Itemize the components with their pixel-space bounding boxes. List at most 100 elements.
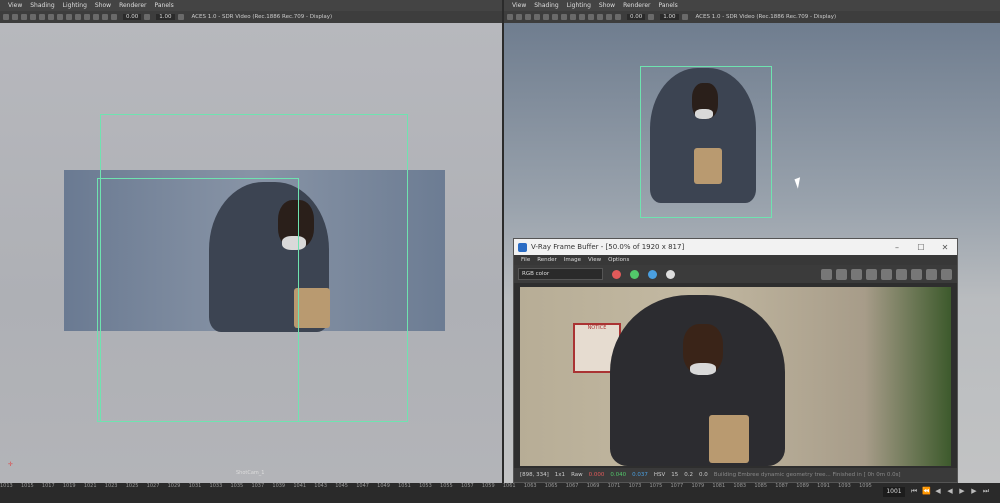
ao-icon[interactable] bbox=[588, 14, 594, 20]
camera-frustum-inner bbox=[97, 178, 299, 422]
isolate-icon[interactable] bbox=[570, 14, 576, 20]
viewport-scene[interactable]: ShotCam_1 ✛ bbox=[0, 23, 502, 483]
clear-icon[interactable] bbox=[881, 268, 892, 280]
timeline-tick: 1075 bbox=[649, 483, 663, 489]
menu-lighting[interactable]: Lighting bbox=[63, 2, 87, 9]
dof-icon[interactable] bbox=[102, 14, 108, 20]
channel-select[interactable]: RGB color bbox=[518, 268, 603, 280]
exposure-icon bbox=[111, 14, 117, 20]
dof-icon[interactable] bbox=[606, 14, 612, 20]
region-icon[interactable] bbox=[851, 268, 862, 280]
light-icon[interactable] bbox=[48, 14, 54, 20]
colorspace-label[interactable]: ACES 1.0 - SDR Video (Rec.1886 Rec.709 -… bbox=[192, 14, 333, 20]
menu-renderer[interactable]: Renderer bbox=[119, 2, 146, 9]
exposure-field[interactable]: 0.00 bbox=[627, 14, 646, 20]
aa-icon[interactable] bbox=[93, 14, 99, 20]
colorspace-label[interactable]: ACES 1.0 - SDR Video (Rec.1886 Rec.709 -… bbox=[696, 14, 837, 20]
timeline-tick: 1019 bbox=[62, 483, 76, 489]
render-image[interactable]: NOTICE bbox=[520, 287, 951, 466]
ipr-icon[interactable] bbox=[926, 268, 937, 280]
shaded-icon[interactable] bbox=[30, 14, 36, 20]
blue-channel-button[interactable] bbox=[648, 269, 657, 279]
menu-panels[interactable]: Panels bbox=[658, 2, 677, 9]
go-to-end-icon[interactable]: ⏭ bbox=[982, 487, 990, 496]
menu-view[interactable]: View bbox=[588, 257, 601, 263]
red-channel-button[interactable] bbox=[612, 269, 621, 279]
menu-panels[interactable]: Panels bbox=[154, 2, 173, 9]
shadow-icon[interactable] bbox=[561, 14, 567, 20]
menu-view[interactable]: View bbox=[512, 2, 526, 9]
timeline-tick: 1095 bbox=[859, 483, 872, 489]
track-mouse-icon[interactable] bbox=[896, 268, 907, 280]
step-forward-icon[interactable]: ▶ bbox=[970, 487, 978, 496]
shadow-icon[interactable] bbox=[57, 14, 63, 20]
camera-icon[interactable] bbox=[507, 14, 513, 20]
camera-frustum-box bbox=[640, 66, 772, 218]
grid-icon[interactable] bbox=[516, 14, 522, 20]
timeline-tick: 1015 bbox=[20, 483, 34, 489]
alpha-channel-button[interactable] bbox=[666, 269, 675, 279]
menu-options[interactable]: Options bbox=[608, 257, 629, 263]
maximize-icon[interactable]: ☐ bbox=[909, 243, 933, 252]
isolate-icon[interactable] bbox=[66, 14, 72, 20]
viewport-left[interactable]: View Shading Lighting Show Renderer Pane… bbox=[0, 0, 502, 483]
step-back-frame-icon[interactable]: ◀ bbox=[934, 487, 942, 496]
go-to-start-icon[interactable]: ⏮ bbox=[910, 487, 918, 496]
menu-shading[interactable]: Shading bbox=[30, 2, 54, 9]
menu-show[interactable]: Show bbox=[95, 2, 111, 9]
color-space-select[interactable]: HSV bbox=[654, 472, 665, 478]
grid-icon[interactable] bbox=[12, 14, 18, 20]
vray-logo-icon bbox=[518, 242, 527, 252]
xray-icon[interactable] bbox=[579, 14, 585, 20]
vray-frame-buffer-window[interactable]: V-Ray Frame Buffer - [50.0% of 1920 x 81… bbox=[513, 238, 958, 483]
timeline-tick: 1085 bbox=[754, 483, 768, 489]
timeline-tick: 1057 bbox=[460, 483, 474, 489]
close-icon[interactable]: ✕ bbox=[933, 243, 957, 252]
menu-render[interactable]: Render bbox=[537, 257, 557, 263]
menu-view[interactable]: View bbox=[8, 2, 22, 9]
gamma-field[interactable]: 1.00 bbox=[156, 14, 175, 20]
timeline[interactable]: 1013 1015 1017 1019 1021 1023 1025 1027 1029 1031… bbox=[0, 483, 1000, 503]
texture-icon[interactable] bbox=[39, 14, 45, 20]
gamma-field[interactable]: 1.00 bbox=[660, 14, 679, 20]
timeline-tick: 1049 bbox=[377, 483, 390, 489]
stop-render-icon[interactable] bbox=[941, 268, 952, 280]
load-icon[interactable] bbox=[836, 268, 847, 280]
menu-image[interactable]: Image bbox=[564, 257, 581, 263]
current-frame-field[interactable]: 1001 bbox=[883, 487, 905, 497]
minimize-icon[interactable]: – bbox=[885, 243, 909, 252]
menu-show[interactable]: Show bbox=[599, 2, 615, 9]
save-icon[interactable] bbox=[821, 268, 832, 280]
aa-icon[interactable] bbox=[597, 14, 603, 20]
colorspace-icon[interactable] bbox=[681, 14, 688, 20]
play-icon[interactable]: ▶ bbox=[958, 487, 966, 496]
zoom-select[interactable]: 1x1 bbox=[555, 472, 565, 478]
light-icon[interactable] bbox=[552, 14, 558, 20]
camera-icon[interactable] bbox=[3, 14, 9, 20]
timeline-ticks[interactable]: 1013 1015 1017 1019 1021 1023 1025 1027 1029 1031… bbox=[0, 483, 880, 493]
display-mode[interactable]: Raw bbox=[571, 472, 583, 478]
menu-lighting[interactable]: Lighting bbox=[567, 2, 591, 9]
history-icon[interactable] bbox=[866, 268, 877, 280]
menu-file[interactable]: File bbox=[521, 257, 530, 263]
wireframe-icon[interactable] bbox=[21, 14, 27, 20]
timeline-tick: 1073 bbox=[628, 483, 642, 489]
window-titlebar[interactable]: V-Ray Frame Buffer - [50.0% of 1920 x 81… bbox=[514, 239, 957, 255]
colorspace-icon[interactable] bbox=[177, 14, 184, 20]
play-back-icon[interactable]: ◀ bbox=[946, 487, 954, 496]
exposure-field[interactable]: 0.00 bbox=[123, 14, 142, 20]
shaded-icon[interactable] bbox=[534, 14, 540, 20]
wireframe-icon[interactable] bbox=[525, 14, 531, 20]
texture-icon[interactable] bbox=[543, 14, 549, 20]
step-back-icon[interactable]: ⏪ bbox=[922, 487, 931, 496]
render-icon[interactable] bbox=[911, 268, 922, 280]
timeline-tick: 1063 bbox=[523, 483, 537, 489]
menu-shading[interactable]: Shading bbox=[534, 2, 558, 9]
menu-renderer[interactable]: Renderer bbox=[623, 2, 650, 9]
green-channel-button[interactable] bbox=[630, 269, 639, 279]
xray-icon[interactable] bbox=[75, 14, 81, 20]
viewport-menubar: View Shading Lighting Show Renderer Pane… bbox=[0, 0, 502, 11]
ao-icon[interactable] bbox=[84, 14, 90, 20]
timeline-tick: 1083 bbox=[733, 483, 747, 489]
timeline-tick: 1023 bbox=[104, 483, 118, 489]
